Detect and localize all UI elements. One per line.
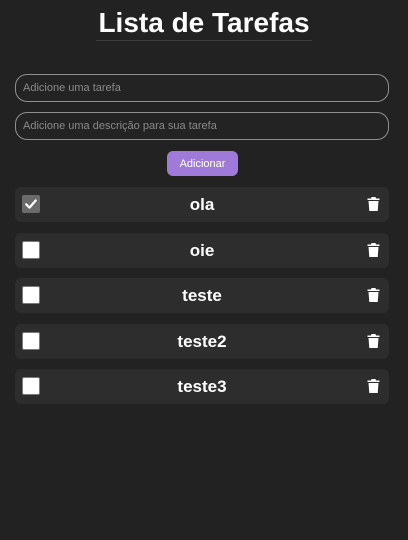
task-checkbox[interactable] [22,286,40,304]
task-name: teste3 [177,377,227,396]
task-item: teste3 [15,369,389,404]
description-input[interactable] [15,112,389,140]
task-list: ola oie teste teste2 teste3 [15,187,389,415]
task-input[interactable] [15,74,389,102]
trash-icon [367,242,380,257]
page-title: Lista de Tarefas [0,6,408,41]
check-icon [25,199,37,209]
trash-icon [367,288,380,302]
delete-button[interactable] [367,378,380,394]
task-item: teste2 [15,323,389,359]
task-checkbox[interactable] [22,331,40,350]
trash-icon [367,333,380,348]
task-item: oie [15,232,389,268]
delete-button[interactable] [367,287,380,303]
add-task-button[interactable]: Adicionar [167,151,238,176]
delete-button[interactable] [367,196,380,212]
task-checkbox[interactable] [22,195,40,213]
trash-icon [367,197,380,211]
task-checkbox[interactable] [22,240,40,259]
task-checkbox[interactable] [22,377,40,395]
task-name: ola [189,195,215,214]
task-item: teste [15,278,389,313]
delete-button[interactable] [367,333,380,349]
task-name: oie [189,240,215,260]
task-name: teste2 [177,331,227,351]
task-item: ola [15,187,389,222]
delete-button[interactable] [367,242,380,258]
page-title-text: Lista de Tarefas [96,6,312,41]
trash-icon [367,379,380,393]
task-name: teste [182,286,222,305]
